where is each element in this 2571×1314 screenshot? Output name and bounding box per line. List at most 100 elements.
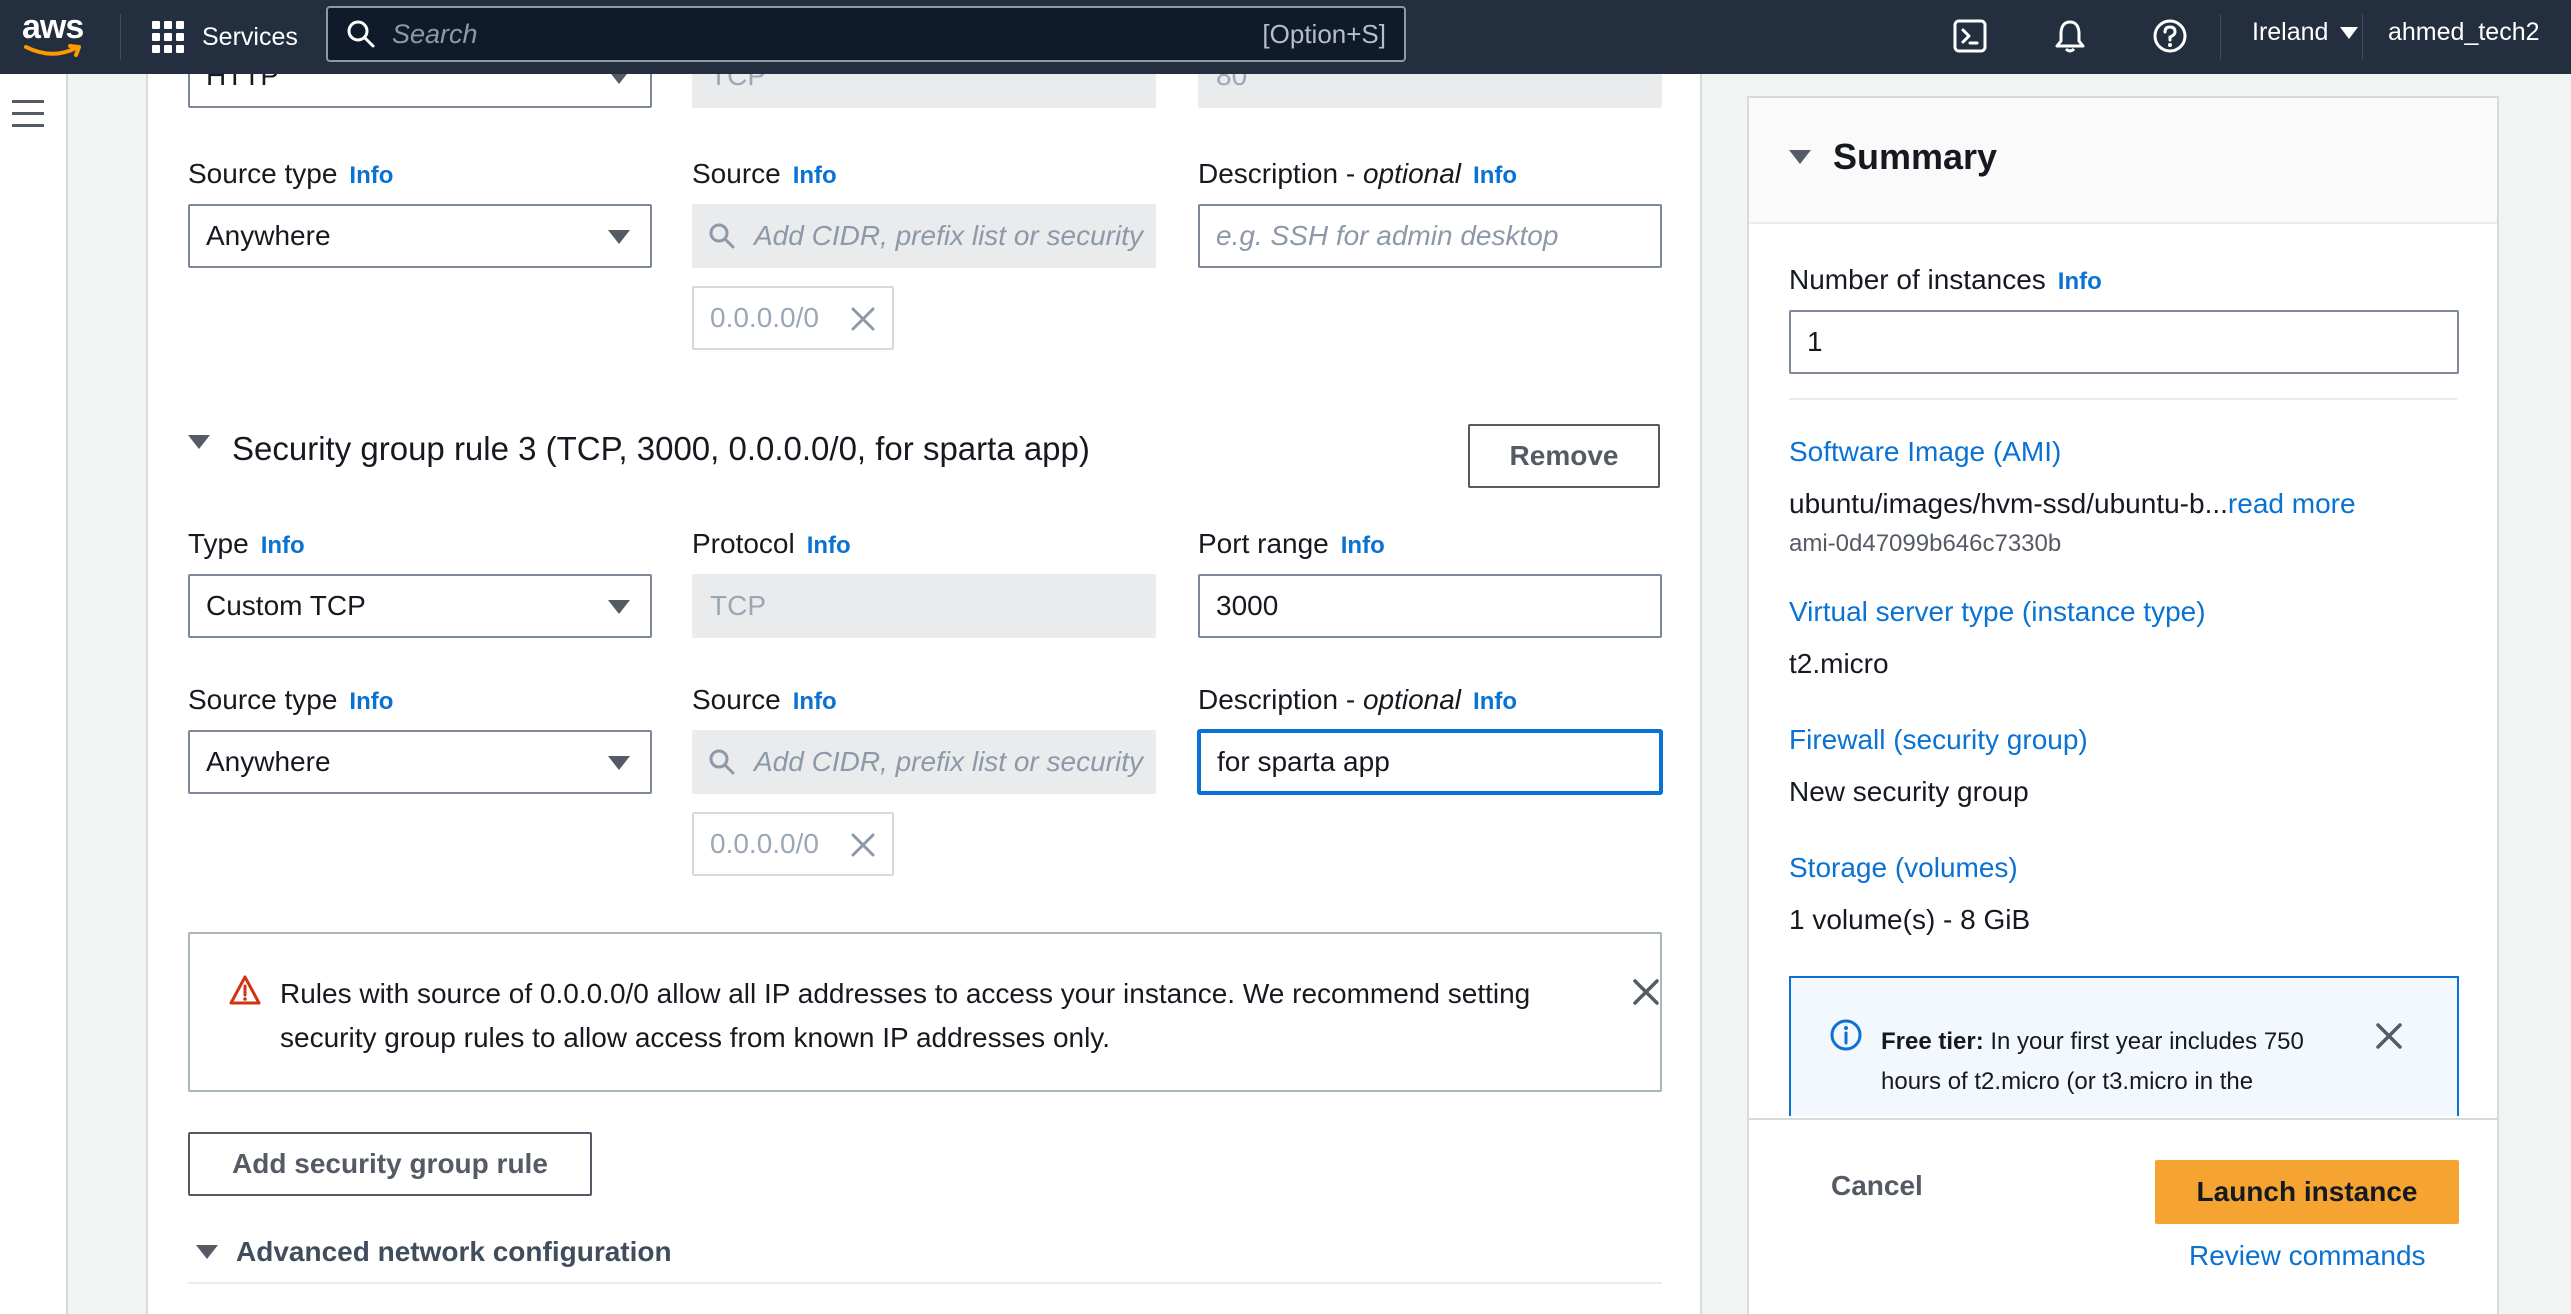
region-label: Ireland — [2252, 18, 2329, 46]
advanced-network-configuration-toggle[interactable]: Advanced network configuration — [196, 1236, 672, 1268]
rule3-header[interactable]: Security group rule 3 (TCP, 3000, 0.0.0.… — [188, 430, 1090, 468]
storage-link[interactable]: Storage (volumes) — [1789, 852, 2018, 884]
info-link[interactable]: Info — [349, 162, 393, 189]
instance-type-link[interactable]: Virtual server type (instance type) — [1789, 596, 2206, 628]
warning-text: Rules with source of 0.0.0.0/0 allow all… — [280, 978, 1531, 1053]
ami-value: ubuntu/images/hvm-ssd/ubuntu-b...read mo… — [1789, 488, 2356, 519]
remove-button[interactable]: Remove — [1468, 424, 1660, 488]
rule2-type-value: HTTP — [206, 74, 280, 91]
nav-separator — [2220, 14, 2221, 60]
close-icon[interactable] — [848, 304, 878, 334]
services-label: Services — [202, 22, 298, 51]
rule3-source-label: Source Info — [692, 684, 837, 715]
free-tier-text: Free tier: In your first year includes 7… — [1881, 1028, 2304, 1095]
rule3-type-select[interactable]: Custom TCP — [188, 574, 652, 638]
grid-icon — [152, 21, 184, 53]
caret-down-icon — [1789, 150, 1811, 164]
help-icon[interactable] — [2150, 16, 2190, 56]
search-input[interactable]: Search [Option+S] — [326, 6, 1406, 62]
account-menu[interactable]: ahmed_tech2 — [2388, 18, 2540, 47]
info-link[interactable]: Info — [1473, 162, 1517, 189]
info-link[interactable]: Info — [807, 532, 851, 559]
summary-title: Summary — [1833, 136, 1998, 177]
info-link[interactable]: Info — [793, 688, 837, 715]
firewall-link[interactable]: Firewall (security group) — [1789, 724, 2088, 756]
search-shortcut-hint: [Option+S] — [1262, 18, 1386, 49]
hamburger-menu-icon[interactable] — [12, 100, 44, 128]
read-more-link[interactable]: read more — [2228, 488, 2356, 519]
aws-smile-icon — [24, 44, 81, 57]
rule2-description-label: Description - optional Info — [1198, 158, 1518, 189]
rule2-source-type-label: Source type Info — [188, 158, 394, 189]
number-of-instances-input[interactable]: 1 — [1789, 310, 2459, 374]
close-icon[interactable] — [2373, 1020, 2405, 1052]
search-icon — [709, 223, 735, 249]
rule2-source-type-value: Anywhere — [206, 220, 331, 251]
rule2-source-type-select[interactable]: Anywhere — [188, 204, 652, 268]
launch-instance-button[interactable]: Launch instance — [2155, 1160, 2459, 1224]
ami-id: ami-0d47099b646c7330b — [1789, 530, 2062, 557]
rule3-description-label: Description - optional Info — [1198, 684, 1518, 715]
free-tier-info-box: Free tier: In your first year includes 7… — [1789, 976, 2459, 1116]
cloudshell-icon[interactable] — [1950, 16, 1990, 56]
rule3-type-label: Type Info — [188, 528, 305, 559]
rule2-source-label: Source Info — [692, 158, 837, 189]
rule3-type-value: Custom TCP — [206, 590, 366, 621]
info-icon — [1830, 1019, 1862, 1051]
rule2-source-input[interactable]: Add CIDR, prefix list or security — [692, 204, 1156, 268]
rule3-source-type-label: Source type Info — [188, 684, 394, 715]
add-security-group-rule-button[interactable]: Add security group rule — [188, 1132, 592, 1196]
summary-panel: Summary Number of instances Info 1 Softwa… — [1747, 96, 2499, 1314]
rule3-description-input[interactable]: for sparta app — [1198, 730, 1662, 794]
rule2-type-select[interactable]: HTTP — [188, 74, 652, 108]
region-selector[interactable]: Ireland — [2252, 18, 2359, 47]
security-group-rules-panel: HTTP TCP 80 Source type Info Anywhere Sou… — [146, 74, 1702, 1314]
info-link[interactable]: Info — [2058, 268, 2102, 295]
caret-down-icon — [196, 1245, 218, 1259]
caret-down-icon — [608, 600, 630, 614]
search-icon — [709, 749, 735, 775]
caret-down-icon — [188, 435, 210, 449]
summary-header[interactable]: Summary — [1749, 98, 2497, 224]
services-menu-button[interactable]: Services — [152, 16, 298, 58]
rule3-source-type-value: Anywhere — [206, 746, 331, 777]
info-link[interactable]: Info — [1473, 688, 1517, 715]
left-sidebar-collapsed — [0, 74, 68, 1314]
caret-down-icon — [608, 74, 630, 84]
close-icon[interactable] — [848, 830, 878, 860]
bell-icon[interactable] — [2050, 16, 2090, 56]
divider — [188, 1282, 1662, 1284]
rule2-source-token-text: 0.0.0.0/0 — [710, 302, 819, 333]
rule2-source-token: 0.0.0.0/0 — [692, 286, 894, 350]
aws-logo-text: aws — [22, 8, 84, 46]
software-image-link[interactable]: Software Image (AMI) — [1789, 436, 2061, 468]
search-placeholder: Search — [392, 18, 478, 49]
rule3-port-input[interactable]: 3000 — [1198, 574, 1662, 638]
caret-down-icon — [2340, 26, 2359, 39]
close-icon[interactable] — [1630, 976, 1662, 1008]
info-link[interactable]: Info — [793, 162, 837, 189]
info-link[interactable]: Info — [1341, 532, 1385, 559]
cancel-button[interactable]: Cancel — [1831, 1170, 1923, 1202]
info-link[interactable]: Info — [261, 532, 305, 559]
info-link[interactable]: Info — [349, 688, 393, 715]
rule3-title: Security group rule 3 (TCP, 3000, 0.0.0.… — [232, 430, 1090, 467]
firewall-value: New security group — [1789, 776, 2029, 807]
summary-footer: Cancel Launch instance Review commands — [1749, 1118, 2497, 1314]
aws-logo[interactable]: aws — [22, 10, 86, 62]
rule3-source-type-select[interactable]: Anywhere — [188, 730, 652, 794]
storage-value: 1 volume(s) - 8 GiB — [1789, 904, 2031, 935]
nav-separator — [2362, 14, 2363, 60]
review-commands-link[interactable]: Review commands — [2189, 1240, 2426, 1272]
caret-down-icon — [608, 230, 630, 244]
rule3-port-label: Port range Info — [1198, 528, 1385, 559]
instance-type-value: t2.micro — [1789, 648, 1889, 679]
open-access-warning: Rules with source of 0.0.0.0/0 allow all… — [188, 932, 1662, 1092]
rule2-port-field: 80 — [1198, 74, 1662, 108]
rule3-source-input[interactable]: Add CIDR, prefix list or security — [692, 730, 1156, 794]
rule3-source-token: 0.0.0.0/0 — [692, 812, 894, 876]
rule3-source-placeholder: Add CIDR, prefix list or security — [754, 746, 1143, 777]
rule3-protocol-label: Protocol Info — [692, 528, 851, 559]
rule2-description-input[interactable]: e.g. SSH for admin desktop — [1198, 204, 1662, 268]
caret-down-icon — [608, 756, 630, 770]
